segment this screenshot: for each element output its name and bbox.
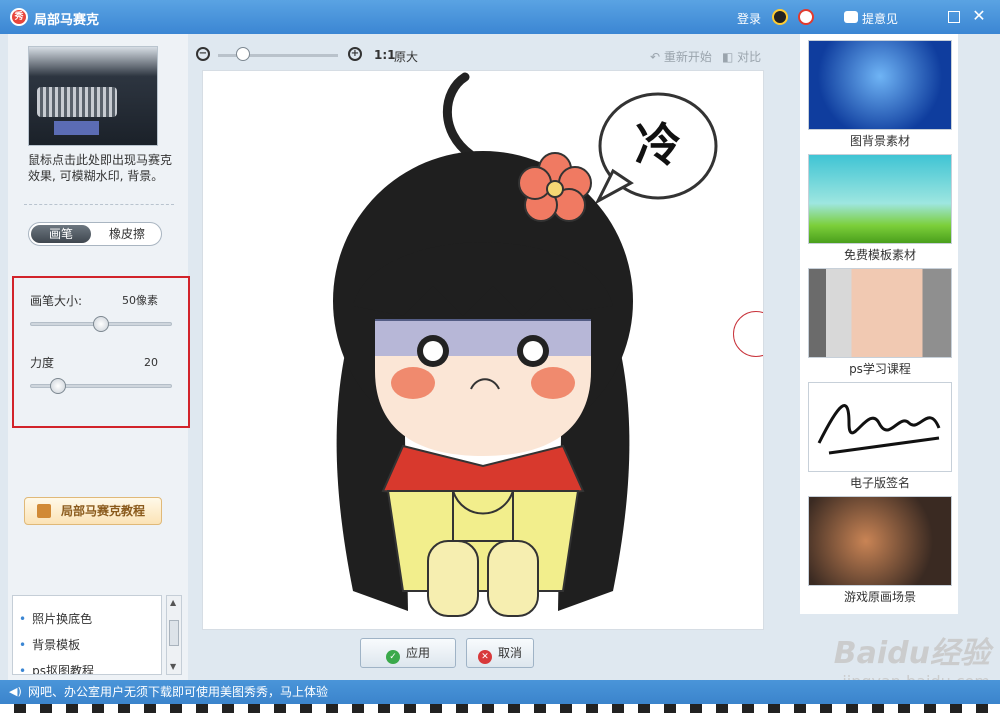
feedback-icon[interactable] xyxy=(844,11,858,23)
material-bg[interactable]: 图背景素材 xyxy=(808,40,952,149)
strength-slider-knob[interactable] xyxy=(50,378,67,394)
reset-label: 重新开始 xyxy=(663,50,712,64)
scroll-down-icon[interactable]: ▼ xyxy=(170,662,176,671)
feedback-link[interactable]: 提意见 xyxy=(862,10,898,27)
background-strip xyxy=(0,704,1000,713)
zoom-ratio-button[interactable]: 1:1 xyxy=(374,48,396,62)
mosaic-tutorial-button[interactable]: 局部马赛克教程 xyxy=(24,497,162,525)
strength-label: 力度 xyxy=(30,356,55,370)
apply-button[interactable]: ✓ 应用 xyxy=(360,638,456,668)
editor-area: − + 1:1 原大 ↶ 重新开始 ◧ 对比 冷 ✓ 应用 ✕ 取消 xyxy=(188,40,776,680)
compare-button[interactable]: ◧ 对比 xyxy=(722,48,761,65)
qq-icon[interactable] xyxy=(772,9,788,25)
status-bar: ◀) 网吧、办公室用户无须下载即可使用美图秀秀，马上体验 xyxy=(0,680,1000,704)
weibo-icon[interactable] xyxy=(798,9,814,25)
brush-mode-button[interactable]: 画笔 xyxy=(31,225,91,243)
mosaic-sample xyxy=(54,121,99,135)
list-item-photo-bg-color[interactable]: 照片换底色 xyxy=(19,610,92,627)
close-icon[interactable]: ✕ xyxy=(972,8,986,24)
material-caption[interactable]: 图背景素材 xyxy=(808,132,952,149)
strength-value: 20 xyxy=(144,356,158,369)
materials-panel: 图背景素材 免费模板素材 ps学习课程 电子版签名 游戏原画场景 xyxy=(800,34,958,614)
material-caption[interactable]: ps学习课程 xyxy=(808,360,952,377)
zoom-in-icon[interactable]: + xyxy=(348,47,362,61)
list-item-bg-template[interactable]: 背景模板 xyxy=(19,636,80,653)
scroll-up-icon[interactable]: ▲ xyxy=(170,598,176,607)
material-caption[interactable]: 游戏原画场景 xyxy=(808,588,952,605)
material-template-thumb[interactable] xyxy=(808,154,952,244)
eraser-mode-button[interactable]: 橡皮擦 xyxy=(95,225,159,243)
material-game-art-thumb[interactable] xyxy=(808,496,952,586)
tutorial-list: 照片换底色 背景模板 ps抠图教程 xyxy=(12,595,162,675)
apply-label: 应用 xyxy=(405,646,430,660)
watermark-brand: Baidu经验 xyxy=(833,636,990,671)
zoom-out-icon[interactable]: − xyxy=(196,47,210,61)
speaker-icon: ◀) xyxy=(9,685,22,698)
list-scrollbar[interactable]: ▲ ▼ xyxy=(166,595,182,675)
compare-icon: ◧ xyxy=(722,50,734,64)
reset-button[interactable]: ↶ 重新开始 xyxy=(650,48,712,65)
scrollbar-thumb[interactable] xyxy=(169,620,179,646)
compare-label: 对比 xyxy=(737,50,762,64)
signature-drawing xyxy=(817,404,941,455)
zoom-original-label[interactable]: 原大 xyxy=(394,48,418,65)
sample-photo-thumbnail[interactable] xyxy=(28,46,158,146)
material-ps-course[interactable]: ps学习课程 xyxy=(808,268,952,377)
material-bg-thumb[interactable] xyxy=(808,40,952,130)
mosaic-tutorial-label: 局部马赛克教程 xyxy=(61,504,146,518)
bubble-text: 冷 xyxy=(635,118,681,172)
zoom-toolbar: − + 1:1 原大 ↶ 重新开始 ◧ 对比 xyxy=(188,40,776,70)
cancel-label: 取消 xyxy=(497,646,522,660)
material-game-art[interactable]: 游戏原画场景 xyxy=(808,496,952,605)
cartoon-girl-image: 冷 xyxy=(333,72,718,617)
cancel-button[interactable]: ✕ 取消 xyxy=(466,638,534,668)
zoom-slider-knob[interactable] xyxy=(236,47,250,61)
material-caption[interactable]: 免费模板素材 xyxy=(808,246,952,263)
book-icon xyxy=(37,504,51,518)
material-ps-course-thumb[interactable] xyxy=(808,268,952,358)
speech-bubble: 冷 xyxy=(594,92,718,205)
undo-icon: ↶ xyxy=(650,50,661,64)
cancel-icon: ✕ xyxy=(477,650,492,664)
material-signature-thumb[interactable] xyxy=(808,382,952,472)
brush-params-box: 画笔大小: 50像素 力度 20 xyxy=(12,276,190,428)
window-title: 局部马赛克 xyxy=(34,13,100,28)
status-text[interactable]: 网吧、办公室用户无须下载即可使用美图秀秀，马上体验 xyxy=(28,685,328,699)
brush-size-value: 50像素 xyxy=(122,294,158,307)
left-panel: 鼠标点击此处即出现马赛克效果, 可模糊水印, 背景。 画笔 橡皮擦 画笔大小: … xyxy=(8,34,190,680)
check-icon: ✓ xyxy=(385,650,400,664)
login-link[interactable]: 登录 xyxy=(737,10,761,27)
brush-eraser-toggle[interactable]: 画笔 橡皮擦 xyxy=(28,222,162,246)
material-signature[interactable]: 电子版签名 xyxy=(808,382,952,491)
brush-size-slider-knob[interactable] xyxy=(93,316,109,332)
brush-size-label: 画笔大小: xyxy=(30,294,83,308)
material-template[interactable]: 免费模板素材 xyxy=(808,154,952,263)
list-item-ps-cutout[interactable]: ps抠图教程 xyxy=(19,662,94,674)
divider xyxy=(24,204,174,205)
sample-description: 鼠标点击此处即出现马赛克效果, 可模糊水印, 背景。 xyxy=(28,153,173,183)
maximize-icon[interactable] xyxy=(948,11,960,23)
car-grille xyxy=(37,87,117,117)
app-logo-icon: 秀 xyxy=(10,8,28,26)
material-caption[interactable]: 电子版签名 xyxy=(808,474,952,491)
title-bar: 秀 局部马赛克 登录 提意见 ✕ xyxy=(0,0,1000,34)
image-canvas[interactable]: 冷 xyxy=(202,70,764,630)
